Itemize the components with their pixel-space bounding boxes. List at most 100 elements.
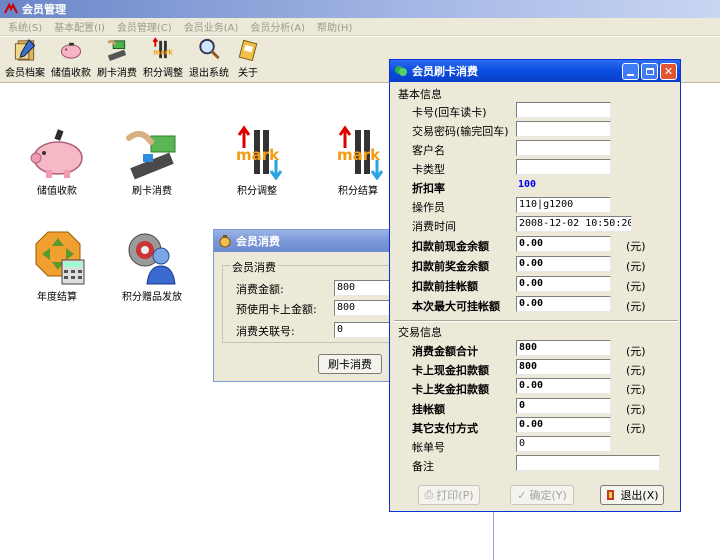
- desktop-annual-settle[interactable]: 年度结算: [12, 230, 102, 303]
- member-file-icon: [14, 39, 36, 61]
- svg-text:mark: mark: [153, 48, 173, 56]
- about-icon: [238, 39, 258, 62]
- swipe-dialog: 会员刷卡消费 ✕ 基本信息 卡号(回车读卡) 交易密码(输完回车) 客户名 卡类…: [389, 59, 681, 512]
- pre-credit-unit: (元): [626, 280, 646, 293]
- pre-cash-balance-unit: (元): [626, 240, 646, 253]
- menu-bar: 系统(S) 基本配置(I) 会员管理(C) 会员业务(A) 会员分析(A) 帮助…: [0, 18, 720, 36]
- pre-bonus-balance-value: 0.00: [516, 256, 611, 272]
- main-title-bar: 会员管理: [0, 0, 720, 18]
- card-swipe-icon: [107, 39, 127, 61]
- trade-password-input[interactable]: [516, 121, 611, 137]
- remark-input[interactable]: [516, 455, 660, 471]
- minimize-button[interactable]: [622, 63, 639, 80]
- swipe-consume-button[interactable]: 刷卡消费: [318, 354, 382, 374]
- pre-cash-balance-label: 扣款前现金余额: [412, 240, 489, 253]
- max-credit-value: 0.00: [516, 296, 611, 312]
- bonus-deduct-label: 卡上奖金扣款额: [412, 383, 489, 396]
- close-icon: ✕: [663, 65, 674, 78]
- basic-info-title: 基本信息: [398, 88, 442, 101]
- consume-dialog-title: 会员消费: [236, 235, 280, 248]
- ok-button[interactable]: ✓ 确定(Y): [510, 485, 574, 505]
- other-payment-label: 其它支付方式: [412, 422, 478, 435]
- desktop-card-swipe-label: 刷卡消费: [132, 186, 172, 197]
- desktop-deposit[interactable]: 储值收款: [12, 124, 102, 197]
- desktop-deposit-label: 储值收款: [37, 186, 77, 197]
- exit-door-icon: [607, 490, 615, 500]
- about-button[interactable]: 关于: [232, 37, 264, 83]
- maximize-button[interactable]: [641, 63, 658, 80]
- max-credit-label: 本次最大可挂帐额: [412, 300, 500, 313]
- card-use-amount-label: 预使用卡上金额:: [236, 303, 317, 316]
- card-no-input[interactable]: [516, 102, 611, 118]
- exit-system-button[interactable]: 退出系统: [186, 37, 232, 83]
- member-file-button[interactable]: 会员档案: [2, 37, 48, 83]
- exit-label: 退出(X): [620, 489, 659, 502]
- max-credit-unit: (元): [626, 300, 646, 313]
- piggy-bank-icon: [30, 129, 83, 178]
- customer-name-label: 客户名: [412, 144, 445, 157]
- other-payment-value[interactable]: 0.00: [516, 417, 611, 433]
- consume-ref-label: 消费关联号:: [236, 325, 295, 338]
- card-swipe-label: 刷卡消费: [97, 68, 137, 79]
- operator-input: 110|g1200: [516, 197, 611, 213]
- discount-label: 折扣率: [412, 182, 445, 195]
- desktop-points-adjust-label: 积分调整: [237, 186, 277, 197]
- svg-text:mark: mark: [236, 146, 280, 164]
- credit-amount-value[interactable]: 0: [516, 398, 611, 414]
- print-label: 打印(P): [436, 489, 474, 502]
- exit-button[interactable]: 退出(X): [600, 485, 664, 505]
- total-amount-value: 800: [516, 340, 611, 356]
- points-adjust-icon: mark: [236, 125, 283, 180]
- section-separator: [394, 320, 678, 322]
- exit-system-label: 退出系统: [189, 68, 229, 79]
- desktop-gift-issue-label: 积分赠品发放: [122, 292, 182, 303]
- bonus-deduct-value[interactable]: 0.00: [516, 378, 611, 394]
- other-payment-unit: (元): [626, 422, 646, 435]
- operator-label: 操作员: [412, 201, 445, 214]
- printer-icon: ⎙: [424, 488, 434, 501]
- menu-member-business[interactable]: 会员业务(A): [178, 19, 245, 34]
- desktop-gift-issue[interactable]: 积分赠品发放: [107, 230, 197, 303]
- pre-credit-label: 扣款前挂帐额: [412, 280, 478, 293]
- deposit-button[interactable]: 储值收款: [48, 37, 94, 83]
- pre-cash-balance-value: 0.00: [516, 236, 611, 252]
- cash-deduct-value[interactable]: 800: [516, 359, 611, 375]
- points-adjust-icon: mark: [152, 37, 173, 59]
- check-icon: ✓: [517, 488, 527, 502]
- consume-dialog-title-bar: 会员消费: [214, 230, 402, 252]
- wechat-app-icon: [395, 66, 407, 76]
- swipe-dialog-title-bar: 会员刷卡消费 ✕: [390, 60, 680, 82]
- discount-value: 100: [516, 178, 611, 194]
- pre-bonus-balance-label: 扣款前奖金余额: [412, 260, 489, 273]
- bill-no-value: 0: [516, 436, 611, 452]
- customer-name-input: [516, 140, 611, 156]
- card-no-label: 卡号(回车读卡): [412, 106, 487, 119]
- maximize-icon: [645, 68, 654, 75]
- menu-basic-config[interactable]: 基本配置(I): [48, 19, 111, 34]
- close-button[interactable]: ✕: [660, 63, 677, 80]
- about-label: 关于: [238, 68, 258, 79]
- window-divider: [493, 512, 494, 560]
- points-settle-icon: mark: [337, 125, 384, 180]
- annual-settle-icon: [35, 231, 85, 285]
- desktop-annual-settle-label: 年度结算: [37, 292, 77, 303]
- desktop-card-swipe[interactable]: 刷卡消费: [107, 124, 197, 197]
- points-adjust-label: 积分调整: [143, 68, 183, 79]
- print-button[interactable]: ⎙ 打印(P): [418, 485, 480, 505]
- deposit-label: 储值收款: [51, 68, 91, 79]
- menu-help[interactable]: 帮助(H): [311, 19, 358, 34]
- points-adjust-button[interactable]: mark 积分调整: [140, 37, 186, 83]
- credit-amount-label: 挂帐额: [412, 403, 445, 416]
- member-file-label: 会员档案: [5, 68, 45, 79]
- consume-time-label: 消费时间: [412, 220, 456, 233]
- menu-member-analysis[interactable]: 会员分析(A): [244, 19, 311, 34]
- menu-member-manage[interactable]: 会员管理(C): [111, 19, 178, 34]
- consume-amount-label: 消费金额:: [236, 283, 284, 296]
- desktop-points-adjust[interactable]: mark 积分调整: [212, 124, 302, 197]
- bill-no-label: 帐单号: [412, 441, 445, 454]
- trade-info-title: 交易信息: [398, 326, 442, 339]
- card-swipe-button[interactable]: 刷卡消费: [94, 37, 140, 83]
- card-type-input: [516, 159, 611, 175]
- coin-bag-icon: [219, 235, 231, 248]
- menu-system[interactable]: 系统(S): [2, 19, 48, 34]
